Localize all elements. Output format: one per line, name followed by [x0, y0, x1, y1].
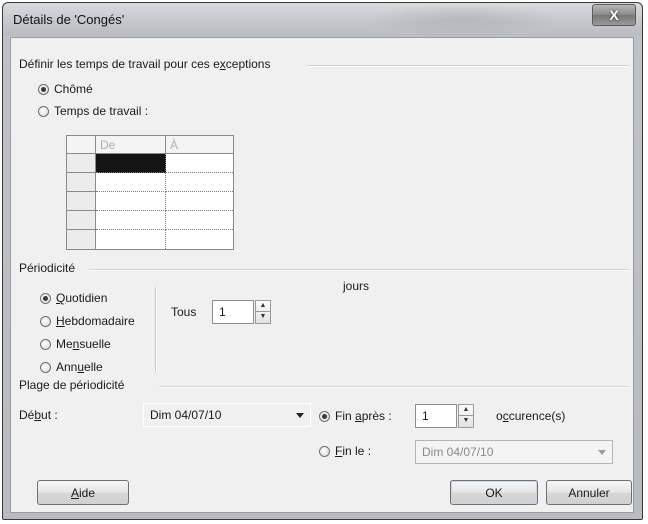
grid-row-header — [67, 173, 96, 192]
stepper-down-icon[interactable]: ▼ — [459, 416, 473, 427]
grid-cell-to[interactable] — [166, 230, 233, 249]
grid-cell-to[interactable] — [166, 154, 233, 173]
stepper-up-icon[interactable]: ▲ — [459, 405, 473, 416]
grid-row-header — [67, 211, 96, 230]
cancel-button[interactable]: Annuler — [546, 480, 632, 505]
title-bar-glow — [363, 3, 563, 36]
days-unit-label: jours — [343, 279, 370, 293]
cancel-button-label: Annuler — [568, 485, 610, 500]
end-after-label: Fin après : — [335, 409, 392, 423]
chome-radio[interactable] — [38, 83, 49, 95]
stepper-down-icon[interactable]: ▼ — [256, 312, 270, 323]
occurrences-input[interactable]: 1 — [415, 404, 457, 428]
every-input[interactable]: 1 — [212, 300, 254, 324]
end-date-select[interactable]: Dim 04/07/10 — [415, 440, 613, 464]
work-time-label: Temps de travail : — [54, 104, 149, 118]
grid-cell-from[interactable] — [96, 192, 166, 211]
end-by-label: Fin le : — [335, 444, 372, 458]
range-divider — [159, 386, 629, 388]
ok-button-label: OK — [485, 485, 503, 500]
work-times-grid: De À — [66, 135, 234, 250]
monthly-radio[interactable] — [40, 338, 51, 350]
help-button[interactable]: Aide — [37, 480, 129, 505]
grid-cell-from[interactable] — [96, 230, 166, 249]
grid-cell-from-selected[interactable] — [96, 154, 166, 173]
work-time-radio[interactable] — [38, 105, 49, 117]
option-chome[interactable]: Chômé — [38, 82, 93, 96]
grid-cell-to[interactable] — [166, 211, 233, 230]
every-label: Tous — [171, 305, 197, 319]
work-times-divider — [307, 65, 629, 67]
grid-cell-to[interactable] — [166, 192, 233, 211]
daily-radio[interactable] — [40, 292, 51, 304]
daily-label: Quotidien — [56, 291, 108, 305]
occurrences-stepper[interactable]: ▲ ▼ — [458, 404, 474, 428]
option-end-by[interactable]: Fin le : — [319, 444, 371, 458]
help-button-label: Aide — [70, 485, 96, 500]
option-weekly[interactable]: Hebdomadaire — [40, 314, 135, 328]
option-daily[interactable]: Quotidien — [40, 291, 107, 305]
close-button[interactable]: X — [592, 4, 636, 26]
recurrence-divider — [89, 269, 629, 271]
recurrence-group-label: Périodicité — [19, 261, 76, 275]
start-date-value: Dim 04/07/10 — [150, 408, 222, 422]
yearly-radio[interactable] — [40, 361, 51, 373]
grid-cell-from[interactable] — [96, 211, 166, 230]
close-icon: X — [609, 7, 619, 23]
dialog-title: Détails de 'Congés' — [13, 12, 125, 27]
title-bar[interactable]: Détails de 'Congés' X — [3, 3, 642, 36]
grid-header-from: De — [96, 136, 166, 154]
monthly-label: Mensuelle — [56, 337, 111, 351]
weekly-label: Hebdomadaire — [56, 314, 135, 328]
every-stepper[interactable]: ▲ ▼ — [255, 300, 271, 324]
start-date-select[interactable]: Dim 04/07/10 — [143, 403, 311, 427]
occurrences-unit-label: occurence(s) — [496, 409, 566, 423]
dialog-window: Détails de 'Congés' X Définir les temps … — [2, 2, 643, 520]
grid-row-header — [67, 154, 96, 173]
grid-cell-from[interactable] — [96, 173, 166, 192]
ok-button[interactable]: OK — [450, 480, 538, 505]
option-work-time[interactable]: Temps de travail : — [38, 104, 148, 118]
range-group-label: Plage de périodicité — [19, 378, 125, 392]
chevron-down-icon[interactable] — [296, 413, 304, 418]
end-by-radio[interactable] — [319, 445, 330, 457]
option-end-after[interactable]: Fin après : — [319, 409, 392, 423]
grid-cell-to[interactable] — [166, 173, 233, 192]
yearly-label: Annuelle — [56, 360, 103, 374]
start-label: Début : — [19, 408, 58, 422]
grid-corner — [67, 136, 96, 154]
end-after-radio[interactable] — [319, 410, 330, 422]
work-times-group-label: Définir les temps de travail pour ces ex… — [19, 57, 271, 71]
stepper-up-icon[interactable]: ▲ — [256, 301, 270, 312]
dialog-client-area: Définir les temps de travail pour ces ex… — [10, 37, 634, 513]
recurrence-separator — [155, 287, 157, 373]
option-monthly[interactable]: Mensuelle — [40, 337, 111, 351]
grid-row-header — [67, 192, 96, 211]
end-date-value: Dim 04/07/10 — [422, 445, 494, 459]
weekly-radio[interactable] — [40, 315, 51, 327]
grid-row-header — [67, 230, 96, 249]
chevron-down-icon[interactable] — [598, 450, 606, 455]
option-yearly[interactable]: Annuelle — [40, 360, 103, 374]
chome-label: Chômé — [54, 82, 93, 96]
grid-header-to: À — [166, 136, 233, 154]
